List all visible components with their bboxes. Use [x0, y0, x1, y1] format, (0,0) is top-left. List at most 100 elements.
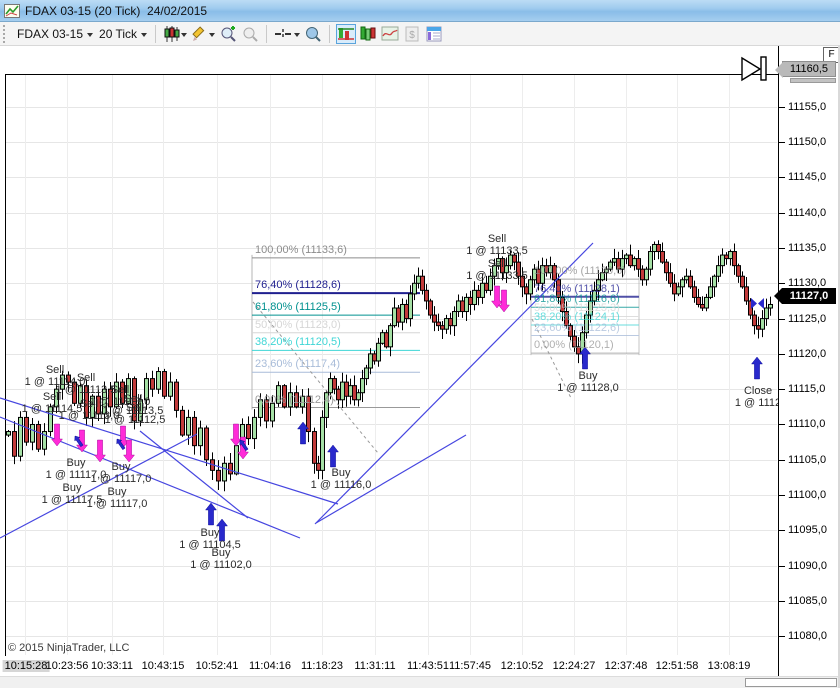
time-tick-label: 10:52:41: [195, 660, 239, 672]
copyright-text: © 2015 NinjaTrader, LLC: [8, 642, 130, 654]
price-tick: [779, 460, 785, 461]
time-tick-label: 10:33:11: [90, 660, 134, 672]
chart-app-icon: [4, 3, 20, 18]
horizontal-scrollbar[interactable]: [745, 678, 837, 687]
price-tick: [779, 319, 785, 320]
candlestick-icon: [164, 25, 180, 42]
magnifier-gray-icon: [243, 27, 258, 42]
price-tick: [779, 424, 785, 425]
data-box-button[interactable]: [303, 24, 323, 44]
time-tick-label: 10:43:15: [141, 660, 185, 672]
status-strip: [0, 676, 840, 688]
price-tick-label: 11110,0: [788, 418, 826, 431]
price-tick-label: 11095,0: [788, 524, 827, 537]
instrument-selector[interactable]: FDAX 03-15: [14, 25, 96, 43]
bars-panel-button[interactable]: [358, 24, 378, 44]
account-data-button[interactable]: $: [402, 24, 422, 44]
table-icon: [426, 26, 442, 41]
price-tick: [779, 248, 785, 249]
pencil-icon: [192, 25, 205, 41]
toolbar-separator: [329, 24, 331, 43]
fib-level-label: 23,60% (11117,4): [255, 358, 341, 371]
magnifier-plus-icon: [221, 25, 236, 42]
fib-level-label: 76,40% (11128,6): [255, 279, 341, 292]
chevron-down-icon: [209, 32, 216, 37]
price-tick-label: 11150,0: [788, 136, 827, 149]
drawing-tools-button[interactable]: [190, 24, 216, 44]
last-price-tag: 11127,0: [774, 288, 836, 304]
price-tick: [779, 530, 785, 531]
tag-arrow: [774, 288, 782, 304]
price-tick-label: 11125,0: [788, 312, 827, 325]
chart-trader-icon: [338, 27, 355, 40]
zoom-out-button[interactable]: [240, 24, 260, 44]
price-tick: [779, 283, 785, 284]
chart-label-layer: 100,00% (11133,6) 76,40% (11128,6) 61,80% …: [0, 46, 778, 688]
wave-chart-icon: [381, 26, 399, 40]
chart-panel[interactable]: 100,00% (11133,6) 76,40% (11128,6) 61,80% …: [0, 46, 840, 688]
fib-level-label: 23,60% (11122,6): [534, 321, 620, 334]
price-tick-label: 11115,0: [788, 383, 826, 396]
price-tick: [779, 389, 785, 390]
price-tick: [779, 177, 785, 178]
price-tick: [779, 636, 785, 637]
price-tick-label: 11105,0: [788, 453, 827, 466]
magnifier-blue-icon: [306, 26, 321, 42]
time-axis[interactable]: 10:15:28 10:23:56 10:33:11 10:43:15 10:52:41…: [0, 656, 778, 676]
price-axis[interactable]: F 11160,5 11127,0 11155,0 11150,0 11145,0 1…: [774, 46, 840, 676]
properties-button[interactable]: [424, 24, 444, 44]
time-tick-label: 12:24:27: [552, 660, 596, 672]
time-tick-label: 12:10:52: [500, 660, 544, 672]
fib-level-label: 38,20% (11120,5): [255, 336, 341, 349]
price-tick: [779, 495, 785, 496]
price-tick: [779, 566, 785, 567]
buy-label: Buy 1 @ 11102,0: [190, 547, 252, 571]
price-tick-label: 11080,0: [788, 630, 827, 643]
close-label: Close 1 @ 1112: [734, 385, 778, 409]
price-tick-label: 11155,0: [788, 100, 827, 113]
chart-trader-button[interactable]: [336, 23, 357, 44]
price-tick-label: 11120,0: [788, 347, 827, 360]
buy-label: Buy 1 @ 11128,0: [557, 370, 619, 394]
chevron-down-icon: [294, 32, 301, 37]
window-titlebar[interactable]: FDAX 03-15 (20 Tick) 24/02/2015: [0, 0, 840, 22]
dollar-icon: $: [405, 26, 419, 41]
price-tick: [779, 601, 785, 602]
price-tick-label: 11145,0: [788, 171, 827, 184]
time-tick-label: 12:37:48: [604, 660, 648, 672]
fib-level-label: 100,00% (11133,6): [255, 243, 347, 256]
zoom-in-button[interactable]: [218, 24, 238, 44]
time-tick-label: 11:18:23: [300, 660, 344, 672]
toolbar-separator: [155, 24, 157, 43]
period-selector[interactable]: 20 Tick: [96, 25, 150, 43]
time-tick-label: 11:43:51: [406, 660, 450, 672]
price-tick-label: 11135,0: [788, 242, 827, 254]
sell-label: Sell 1 @ 11112,5: [104, 402, 166, 426]
time-tick-label: 13:08:19: [707, 660, 751, 672]
fib-level-label: 100,00% (11130,6): [534, 265, 626, 278]
toolbar-separator: [266, 24, 268, 43]
chevron-down-icon: [181, 32, 188, 37]
sell-label: Sell 1 @ 11133,5: [466, 258, 528, 282]
hidden-price-tag: [790, 78, 836, 83]
time-tick-label: 10:15:28: [2, 660, 50, 672]
time-tick-label: 11:57:45: [448, 660, 492, 672]
chart-style-button[interactable]: [162, 24, 188, 44]
cursor-mode-button[interactable]: [273, 24, 301, 44]
fib-level-label: 61,80% (11125,5): [255, 301, 341, 314]
toolbar-grip[interactable]: [3, 24, 10, 43]
buy-label: Buy 1 @ 11116,0: [310, 467, 372, 491]
indicator-panel-button[interactable]: [380, 24, 400, 44]
crosshair-icon: [275, 28, 292, 39]
window-title: FDAX 03-15 (20 Tick) 24/02/2015: [25, 3, 208, 18]
time-tick-label: 10:23:56: [45, 660, 89, 672]
buy-label: Buy 1 @ 11117,0: [86, 486, 148, 510]
sell-label: Sell 1 @ 11133,5: [466, 233, 528, 257]
price-tick-label: 11085,0: [788, 594, 827, 607]
price-tick: [779, 107, 785, 108]
toolbar: FDAX 03-15 20 Tick $: [0, 22, 840, 46]
time-tick-label: 11:04:16: [248, 660, 292, 672]
fib-level-label: 50,00% (11123,0): [255, 318, 341, 331]
price-tick-label: 11100,0: [788, 489, 827, 502]
ninjatrader-chart-window: FDAX 03-15 (20 Tick) 24/02/2015 FDAX 03-…: [0, 0, 840, 688]
